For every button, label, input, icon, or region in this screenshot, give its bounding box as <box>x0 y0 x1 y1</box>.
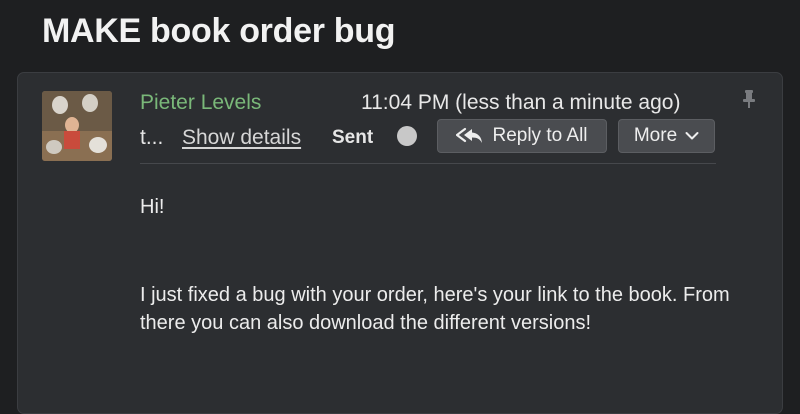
email-subject: MAKE book order bug <box>42 12 396 50</box>
status-label: Sent <box>332 127 374 148</box>
chevron-down-icon <box>685 132 699 140</box>
recipient-truncated: t... <box>140 126 164 149</box>
show-details-link[interactable]: Show details <box>182 126 301 150</box>
status-dot-icon <box>397 126 417 146</box>
avatar-photo <box>42 91 112 161</box>
message-body: I just fixed a bug with your order, here… <box>140 284 730 334</box>
reply-all-label: Reply to All <box>492 125 588 146</box>
sender-name[interactable]: Pieter Levels <box>140 91 261 115</box>
more-button[interactable]: More <box>618 119 715 153</box>
reply-all-button[interactable]: Reply to All <box>437 119 607 153</box>
more-label: More <box>633 125 678 146</box>
avatar[interactable] <box>42 91 112 161</box>
message-greeting: Hi! <box>140 196 165 218</box>
message-timestamp: 11:04 PM (less than a minute ago) <box>361 91 681 114</box>
header-divider <box>140 163 716 164</box>
pin-icon[interactable] <box>742 90 756 108</box>
reply-all-icon <box>456 127 483 143</box>
